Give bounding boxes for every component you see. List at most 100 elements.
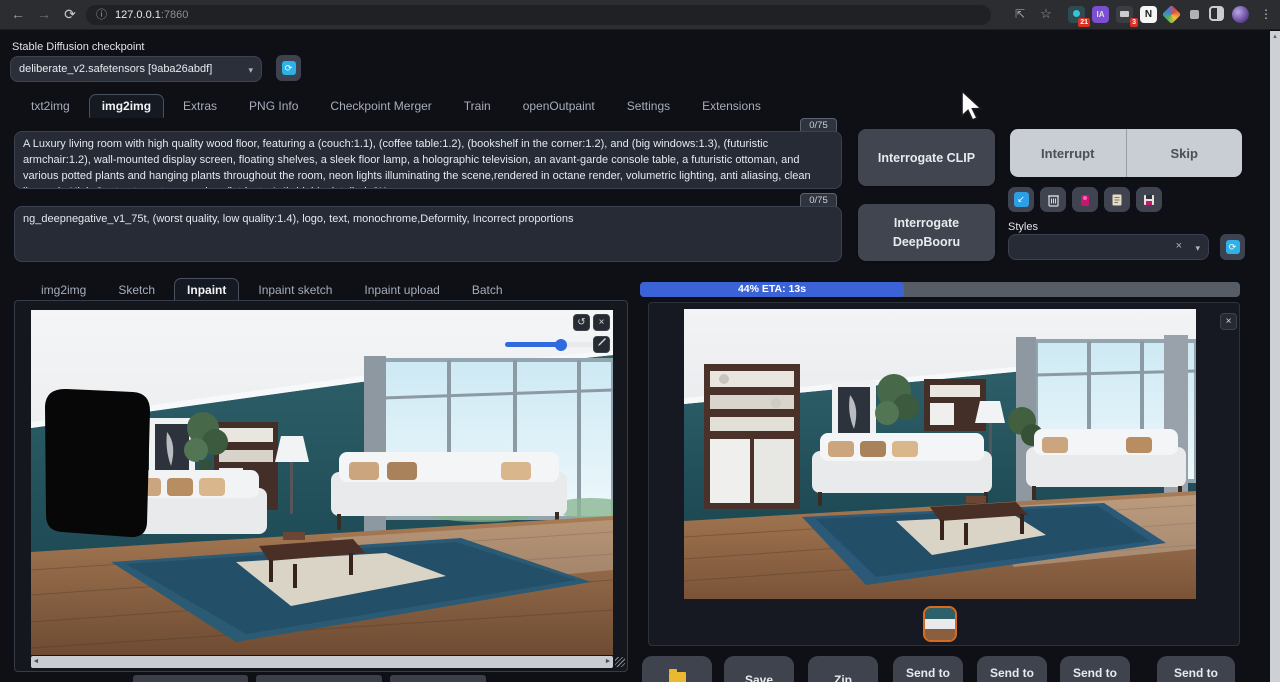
save-label: Save: [724, 656, 794, 682]
tab-inpaint-upload[interactable]: Inpaint upload: [351, 278, 452, 302]
extra-networks-button[interactable]: [1072, 187, 1098, 212]
url-port: :7860: [161, 9, 189, 21]
progress-fill: 44% ETA: 13s: [640, 282, 904, 297]
gallery-thumbnail-selected[interactable]: [923, 606, 957, 642]
interrogate-deepbooru-label: Interrogate DeepBooru: [882, 214, 972, 252]
tab-extras[interactable]: Extras: [170, 94, 230, 118]
interrogate-clip-button[interactable]: Interrogate CLIP: [858, 129, 995, 186]
brush-color-icon[interactable]: [593, 336, 610, 353]
browser-toolbar: ← → ⟳ ⓘ 127.0.0.1:7860 ⇱ ☆ 21 IA 3 N ⋮: [0, 0, 1280, 30]
generation-progressbar: 44% ETA: 13s: [640, 282, 1240, 297]
result-preview-image[interactable]: [684, 309, 1196, 599]
checkpoint-label: Stable Diffusion checkpoint: [12, 41, 145, 53]
extension-ia-icon[interactable]: IA: [1092, 6, 1109, 23]
brush-slider-fill: [505, 342, 558, 347]
inpaint-canvas-image[interactable]: [31, 310, 613, 655]
send-to-label: Send to: [893, 656, 963, 680]
interrupt-skip-group: Interrupt Skip: [1010, 129, 1242, 177]
tab-txt2img[interactable]: txt2img: [18, 94, 83, 118]
extensions-puzzle-icon[interactable]: [1186, 6, 1203, 23]
tab-settings[interactable]: Settings: [614, 94, 683, 118]
brush-size-slider[interactable]: [505, 342, 601, 347]
app-window: ← → ⟳ ⓘ127.0.0.1:7860 ⇱ ☆ 21 IA 3 N ⋮ ▲ …: [0, 0, 1280, 682]
send-to-label: Send to: [1060, 656, 1130, 680]
close-preview-icon[interactable]: ×: [1220, 313, 1237, 330]
canvas-resize-grip[interactable]: [615, 657, 625, 667]
url-bar[interactable]: ⓘ 127.0.0.1:7860: [86, 5, 991, 25]
reload-icon[interactable]: ⟳: [60, 4, 80, 24]
save-style-button[interactable]: [1136, 187, 1162, 212]
interrogate-deepbooru-button[interactable]: Interrogate DeepBooru: [858, 204, 995, 261]
chevron-down-icon[interactable]: ▾: [1195, 243, 1200, 254]
open-folder-button[interactable]: [642, 656, 712, 682]
extension-timer-icon[interactable]: 21: [1068, 6, 1085, 23]
tab-train[interactable]: Train: [451, 94, 504, 118]
extension-notion-icon[interactable]: N: [1140, 6, 1157, 23]
send-to-img2img-button[interactable]: Send to: [893, 656, 963, 682]
scroll-left-icon[interactable]: ◄: [31, 656, 41, 668]
extension-diamond-icon[interactable]: [1162, 5, 1181, 24]
tab-img2img-mode[interactable]: img2img: [28, 278, 99, 302]
chrome-menu-icon[interactable]: ⋮: [1256, 4, 1276, 24]
clear-styles-icon[interactable]: ×: [1176, 240, 1182, 252]
skip-button[interactable]: Skip: [1126, 129, 1243, 177]
styles-dropdown[interactable]: × ▾: [1008, 234, 1209, 260]
tab-batch[interactable]: Batch: [459, 278, 516, 302]
refresh-checkpoints-button[interactable]: ⟳: [276, 55, 301, 81]
tab-extensions[interactable]: Extensions: [689, 94, 774, 118]
tab-sketch[interactable]: Sketch: [105, 278, 168, 302]
sidepanel-icon[interactable]: [1209, 6, 1224, 21]
profile-avatar[interactable]: [1232, 6, 1249, 23]
tab-inpaint-sketch[interactable]: Inpaint sketch: [245, 278, 345, 302]
tab-checkpoint-merger[interactable]: Checkpoint Merger: [317, 94, 444, 118]
tab-png-info[interactable]: PNG Info: [236, 94, 311, 118]
send-to-inpaint-button[interactable]: Send to: [1060, 656, 1130, 682]
prompt-input[interactable]: A Luxury living room with high quality w…: [14, 131, 842, 189]
clear-prompt-button[interactable]: [1040, 187, 1066, 212]
extension-tasks-icon[interactable]: 3: [1116, 6, 1133, 23]
save-button[interactable]: Save: [724, 656, 794, 682]
page-scrollbar[interactable]: ▲: [1270, 31, 1280, 682]
send-to-extras-button[interactable]: Send to: [1157, 656, 1235, 682]
copy-to-button[interactable]: [390, 675, 486, 682]
mouse-cursor: [958, 90, 988, 124]
send-to-sketch-button[interactable]: Send to: [977, 656, 1047, 682]
copy-to-button[interactable]: [256, 675, 382, 682]
extension-badge: 3: [1130, 18, 1138, 27]
img2img-tab-bar: img2img Sketch Inpaint Inpaint sketch In…: [28, 278, 516, 302]
back-icon[interactable]: ←: [8, 4, 28, 24]
tab-img2img[interactable]: img2img: [89, 94, 164, 118]
refresh-styles-button[interactable]: ⟳: [1220, 234, 1245, 260]
share-icon[interactable]: ⇱: [1010, 4, 1030, 24]
trash-icon: [1047, 193, 1060, 207]
zip-label: Zip: [808, 656, 878, 682]
checkpoint-value: deliberate_v2.safetensors [9aba26abdf]: [19, 63, 212, 75]
checkpoint-dropdown[interactable]: deliberate_v2.safetensors [9aba26abdf] ▾: [10, 56, 262, 82]
bookmark-star-icon[interactable]: ☆: [1036, 4, 1056, 24]
send-to-label: Send to: [1157, 656, 1235, 680]
negative-prompt-input[interactable]: ng_deepnegative_v1_75t, (worst quality, …: [14, 206, 842, 262]
copy-to-button[interactable]: [133, 675, 248, 682]
tab-inpaint[interactable]: Inpaint: [174, 278, 239, 302]
scroll-up-icon[interactable]: ▲: [1270, 31, 1280, 43]
paste-params-button[interactable]: ↙: [1008, 187, 1034, 212]
interrupt-button[interactable]: Interrupt: [1010, 129, 1126, 177]
folder-icon: [669, 672, 686, 682]
prompt-tools: ↙: [1008, 187, 1162, 212]
canvas-horizontal-scrollbar[interactable]: ◄ ►: [31, 656, 613, 668]
styles-label: Styles: [1008, 221, 1038, 233]
site-info-icon[interactable]: ⓘ: [96, 9, 107, 21]
zip-button[interactable]: Zip: [808, 656, 878, 682]
inpaint-panel: ↺ × ◄ ►: [14, 300, 628, 672]
tab-openoutpaint[interactable]: openOutpaint: [510, 94, 608, 118]
brush-slider-thumb[interactable]: [555, 339, 567, 351]
url-host: 127.0.0.1: [115, 9, 161, 21]
clear-mask-icon[interactable]: ×: [593, 314, 610, 331]
scroll-right-icon[interactable]: ►: [603, 656, 613, 668]
refresh-icon: ⟳: [1226, 240, 1240, 254]
forward-icon[interactable]: →: [34, 4, 54, 24]
apply-styles-button[interactable]: [1104, 187, 1130, 212]
undo-brush-icon[interactable]: ↺: [573, 314, 590, 331]
result-preview-panel: ×: [648, 302, 1240, 646]
save-floppy-icon: [1142, 193, 1156, 207]
